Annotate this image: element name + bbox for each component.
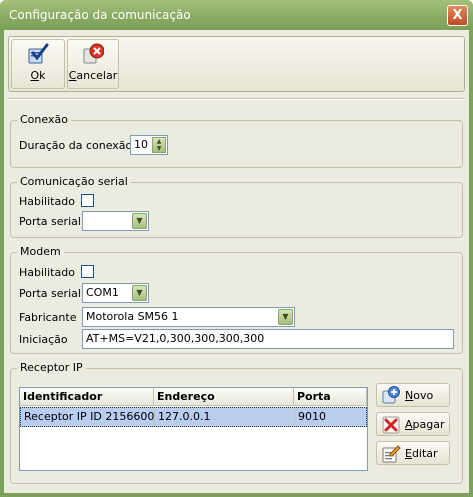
chevron-down-icon[interactable]: ▼ bbox=[278, 309, 293, 325]
ok-button-label: Ok bbox=[30, 69, 46, 82]
serial-habilitado-label: Habilitado bbox=[19, 195, 75, 208]
receptor-group: Receptor IP Identificador Endereço Porta… bbox=[10, 361, 463, 484]
chevron-down-icon[interactable]: ▼ bbox=[132, 285, 147, 301]
add-icon bbox=[382, 386, 400, 404]
cancel-icon bbox=[83, 43, 104, 64]
spin-down-icon[interactable]: ▼ bbox=[153, 145, 165, 152]
edit-icon bbox=[382, 445, 401, 463]
novo-button[interactable]: Novo bbox=[376, 383, 450, 407]
iniciacao-input[interactable]: AT+MS=V21,0,300,300,300,300 bbox=[82, 329, 454, 349]
toolbar-separator bbox=[8, 98, 465, 100]
editar-button[interactable]: Editar bbox=[376, 441, 450, 465]
cell-endereco: 127.0.0.1 bbox=[155, 408, 295, 426]
title-bar: Configuração da comunicação X bbox=[0, 0, 473, 30]
modem-habilitado-checkbox[interactable] bbox=[81, 265, 94, 278]
serial-porta-label: Porta serial bbox=[19, 215, 81, 228]
fabricante-label: Fabricante bbox=[19, 311, 77, 324]
duracao-spinner[interactable]: 10 ▲ ▼ bbox=[130, 135, 168, 155]
conexao-legend: Conexão bbox=[17, 113, 71, 126]
novo-button-label: Novo bbox=[405, 389, 434, 402]
modem-habilitado-label: Habilitado bbox=[19, 266, 75, 279]
conexao-group: Conexão Duração da conexão 10 ▲ ▼ bbox=[10, 113, 463, 168]
dialog-client-area: Ok Cancelar Conexão Duração da conexão 1… bbox=[4, 30, 469, 493]
close-button[interactable]: X bbox=[447, 5, 468, 26]
serial-habilitado-checkbox[interactable] bbox=[81, 194, 94, 207]
duracao-value: 10 bbox=[134, 138, 148, 151]
column-header-endereco[interactable]: Endereço bbox=[154, 388, 294, 406]
spin-buttons[interactable]: ▲ ▼ bbox=[152, 137, 166, 153]
chevron-down-icon[interactable]: ▼ bbox=[132, 213, 147, 229]
modem-legend: Modem bbox=[17, 245, 64, 258]
duracao-label: Duração da conexão bbox=[19, 139, 133, 152]
window-title: Configuração da comunicação bbox=[9, 8, 191, 22]
toolbar: Ok Cancelar bbox=[8, 36, 465, 92]
modem-group: Modem Habilitado Porta serial COM1 ▼ Fab… bbox=[10, 245, 463, 354]
column-header-identificador[interactable]: Identificador bbox=[20, 388, 154, 406]
spin-up-icon[interactable]: ▲ bbox=[153, 138, 165, 145]
fabricante-value: Motorola SM56 1 bbox=[86, 310, 179, 323]
modem-porta-label: Porta serial bbox=[19, 287, 81, 300]
table-row[interactable]: Receptor IP ID 21566001 127.0.0.1 9010 bbox=[20, 407, 367, 427]
cancel-button-label: Cancelar bbox=[68, 69, 118, 82]
cell-porta: 9010 bbox=[298, 410, 326, 423]
serial-porta-select[interactable]: ▼ bbox=[82, 211, 149, 231]
editar-button-label: Editar bbox=[405, 447, 438, 460]
serial-group: Comunicação serial Habilitado Porta seri… bbox=[10, 175, 463, 238]
receptor-legend: Receptor IP bbox=[17, 361, 86, 374]
apagar-button-label: Apagar bbox=[405, 418, 445, 431]
modem-porta-value: COM1 bbox=[86, 286, 119, 299]
iniciacao-label: Iniciação bbox=[19, 333, 68, 346]
cancel-button[interactable]: Cancelar bbox=[67, 39, 119, 89]
modem-porta-select[interactable]: COM1 ▼ bbox=[82, 283, 149, 303]
column-header-porta[interactable]: Porta bbox=[294, 388, 367, 406]
dialog-window: Configuração da comunicação X Ok Cancela… bbox=[0, 0, 473, 497]
iniciacao-value: AT+MS=V21,0,300,300,300,300 bbox=[86, 332, 265, 345]
table-header: Identificador Endereço Porta bbox=[20, 388, 367, 406]
fabricante-select[interactable]: Motorola SM56 1 ▼ bbox=[82, 307, 295, 327]
cell-identificador: Receptor IP ID 21566001 bbox=[21, 408, 155, 426]
apagar-button[interactable]: Apagar bbox=[376, 412, 450, 436]
checkmark-icon bbox=[28, 43, 49, 64]
receptor-table[interactable]: Identificador Endereço Porta Receptor IP… bbox=[19, 387, 368, 471]
ok-button[interactable]: Ok bbox=[11, 39, 65, 89]
serial-legend: Comunicação serial bbox=[17, 175, 131, 188]
delete-icon bbox=[382, 416, 400, 434]
